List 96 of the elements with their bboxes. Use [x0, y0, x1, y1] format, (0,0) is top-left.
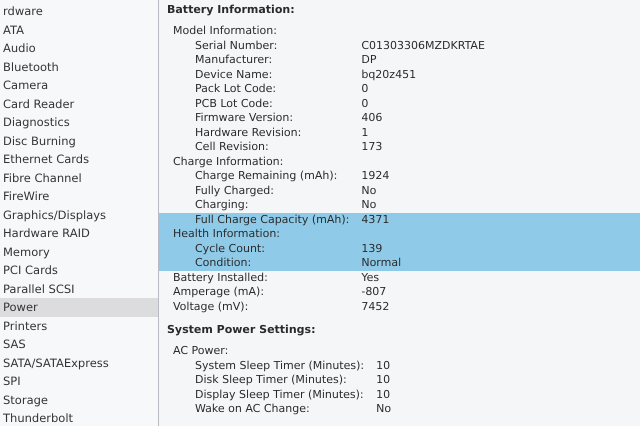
info-row[interactable]: Cycle Count: 139	[159, 242, 640, 256]
info-row[interactable]: Device Name: bq20z451	[159, 68, 640, 82]
sidebar-item[interactable]: Fibre Channel	[0, 168, 158, 187]
info-label: Device Name:	[194, 68, 274, 82]
section-title: Battery Information:	[166, 2, 296, 18]
info-label: Health Information:	[172, 227, 281, 242]
sidebar-item[interactable]: FireWire	[0, 187, 158, 206]
info-label: Battery Installed:	[172, 270, 269, 285]
info-value: bq20z451	[361, 68, 418, 82]
info-row[interactable]: Hardware Revision: 1	[159, 126, 640, 140]
info-label: System Sleep Timer (Minutes):	[194, 358, 366, 373]
info-value: 406	[361, 111, 384, 126]
sidebar-item[interactable]: Card Reader	[0, 94, 158, 113]
info-label: Firmware Version:	[194, 111, 294, 126]
sidebar-item[interactable]: Storage	[0, 390, 158, 409]
sidebar-item[interactable]: SPI	[0, 372, 158, 390]
sidebar-item[interactable]: Parallel SCSI	[0, 280, 158, 298]
sidebar-item[interactable]: Disc Burning	[0, 132, 158, 150]
sidebar-item[interactable]: rdware	[0, 2, 158, 20]
section-title: System Power Settings:	[166, 322, 316, 338]
info-label: Cycle Count:	[194, 242, 266, 256]
sidebar-item[interactable]: Camera	[0, 76, 158, 94]
info-value: No	[376, 402, 392, 416]
info-label: Serial Number:	[194, 38, 278, 53]
info-value: 10	[376, 373, 392, 388]
info-row[interactable]: Charging: No	[159, 198, 640, 212]
sidebar-item[interactable]: Graphics/Displays	[0, 206, 158, 224]
info-value: 0	[361, 82, 370, 96]
info-value: No	[361, 184, 378, 198]
info-value: 139	[361, 242, 384, 256]
info-value: 4371	[361, 212, 390, 227]
info-row[interactable]: Pack Lot Code: 0	[159, 82, 640, 96]
info-label: Hardware Revision:	[194, 126, 302, 140]
info-row[interactable]: AC Power:	[159, 344, 640, 358]
info-row[interactable]: Disk Sleep Timer (Minutes): 10	[159, 373, 640, 388]
info-row[interactable]: System Sleep Timer (Minutes): 10	[159, 358, 640, 373]
info-row[interactable]: Firmware Version: 406	[159, 111, 640, 126]
info-row[interactable]: Cell Revision: 173	[159, 140, 640, 154]
info-label: Disk Sleep Timer (Minutes):	[194, 373, 348, 388]
sidebar-item[interactable]: Audio	[0, 39, 158, 58]
sidebar-item[interactable]: SATA/SATAExpress	[0, 354, 158, 372]
sidebar-item[interactable]: Hardware RAID	[0, 224, 158, 242]
info-label: Display Sleep Timer (Minutes):	[194, 388, 365, 402]
info-label: AC Power:	[172, 344, 230, 358]
info-row[interactable]: Full Charge Capacity (mAh): 4371	[159, 212, 640, 227]
info-row[interactable]: Display Sleep Timer (Minutes): 10	[159, 388, 640, 402]
sidebar-item[interactable]: Memory	[0, 242, 158, 261]
info-label: Condition:	[194, 256, 252, 270]
sidebar-item[interactable]: Diagnostics	[0, 113, 158, 132]
sidebar-item[interactable]: SAS	[0, 335, 158, 354]
info-label: Voltage (mV):	[172, 300, 250, 314]
info-value: 1	[361, 126, 370, 140]
info-value: No	[361, 198, 378, 212]
sidebar-item[interactable]: PCI Cards	[0, 261, 158, 280]
info-label: Fully Charged:	[194, 184, 275, 198]
sidebar-item[interactable]: Bluetooth	[0, 58, 158, 76]
info-row[interactable]: Wake on AC Change: No	[159, 402, 640, 416]
sidebar-item[interactable]: Thunderbolt	[0, 409, 158, 426]
info-row[interactable]: Charge Information:	[159, 154, 640, 169]
info-row[interactable]: Manufacturer: DP	[159, 53, 640, 68]
info-row[interactable]: Serial Number: C01303306MZDKRTAE	[159, 38, 640, 53]
info-label: Charge Remaining (mAh):	[194, 169, 338, 184]
info-label: Cell Revision:	[194, 140, 270, 154]
info-label: PCB Lot Code:	[194, 96, 274, 111]
info-value: 10	[376, 358, 392, 373]
sidebar-item[interactable]: Power	[0, 298, 158, 316]
info-label: Amperage (mA):	[172, 285, 266, 300]
info-row[interactable]: Condition: Normal	[159, 256, 640, 270]
info-row[interactable]: PCB Lot Code: 0	[159, 96, 640, 111]
info-row[interactable]: Charge Remaining (mAh): 1924	[159, 169, 640, 184]
info-label: Full Charge Capacity (mAh):	[194, 212, 350, 227]
info-value: 10	[376, 388, 392, 402]
info-value: Yes	[361, 270, 380, 285]
info-label: Pack Lot Code:	[194, 82, 278, 96]
info-value: -807	[361, 285, 388, 300]
info-row[interactable]: Model Information:	[159, 24, 640, 38]
info-value: 7452	[361, 300, 390, 314]
info-row[interactable]: Battery Installed: Yes	[159, 270, 640, 285]
info-row[interactable]: Fully Charged: No	[159, 184, 640, 198]
info-row[interactable]: Health Information:	[159, 227, 640, 242]
info-label: Model Information:	[172, 24, 278, 38]
info-value: 1924	[361, 169, 390, 184]
info-row[interactable]: Voltage (mV): 7452	[159, 300, 640, 314]
sidebar-item[interactable]: Printers	[0, 316, 158, 335]
info-value: C01303306MZDKRTAE	[361, 38, 486, 53]
info-label: Manufacturer:	[194, 53, 274, 68]
info-label: Wake on AC Change:	[194, 402, 311, 416]
sidebar-item[interactable]: ATA	[0, 20, 158, 39]
info-label: Charging:	[194, 198, 250, 212]
info-value: DP	[361, 53, 378, 68]
info-value: 0	[361, 96, 370, 111]
info-row[interactable]: Amperage (mA): -807	[159, 285, 640, 300]
info-value: Normal	[361, 256, 402, 270]
info-label: Charge Information:	[172, 154, 284, 169]
info-value: 173	[361, 140, 384, 154]
sidebar-item[interactable]: Ethernet Cards	[0, 150, 158, 168]
